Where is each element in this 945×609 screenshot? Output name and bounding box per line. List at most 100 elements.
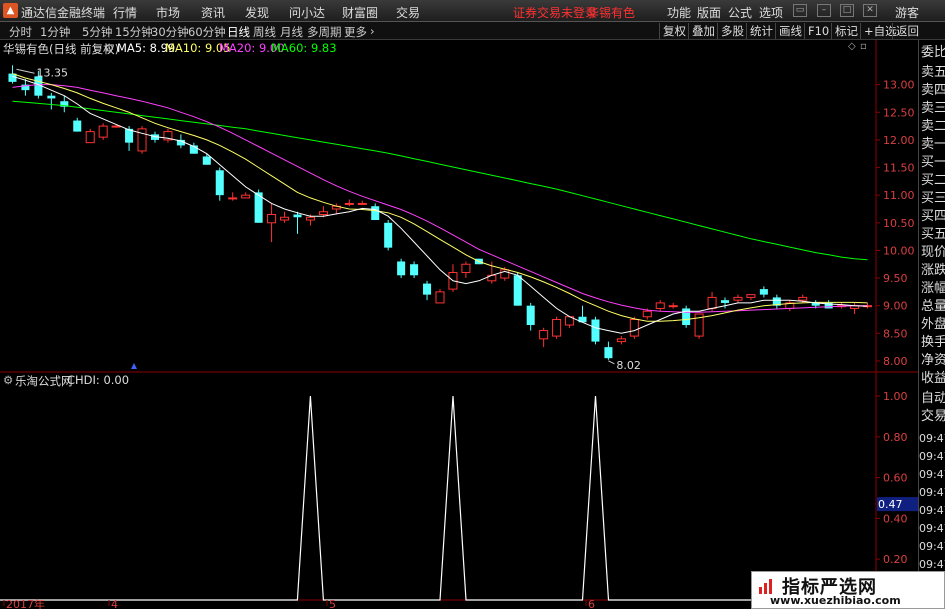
panel-time: 09:47 xyxy=(919,540,945,553)
time-tick-label: 6 xyxy=(588,598,595,609)
candle xyxy=(202,153,211,165)
menu-item-market[interactable]: 行情 xyxy=(113,4,137,21)
candle xyxy=(578,305,587,323)
candle-body xyxy=(798,296,808,301)
sub-chart-gear-icon[interactable]: ⚙ xyxy=(3,373,13,387)
toolbar-button-draw[interactable]: 画线 xyxy=(775,23,805,39)
candle xyxy=(759,286,768,298)
candle-body xyxy=(616,338,626,343)
price-tick-label: 12.00 xyxy=(883,134,915,147)
period-tab-more[interactable]: 更多 xyxy=(344,24,367,40)
candle xyxy=(591,316,600,345)
panel-label-outer: 外盘 xyxy=(921,317,945,332)
menu-item-wealth[interactable]: 财富圈 xyxy=(342,4,378,21)
candle xyxy=(293,211,302,234)
candle-body xyxy=(552,319,562,337)
candle xyxy=(461,261,471,279)
period-tab-1min[interactable]: 1分钟 xyxy=(40,24,70,40)
toolbar-button-f10[interactable]: F10 xyxy=(804,23,832,39)
candle-body xyxy=(344,202,354,205)
quote-side-panel: 委比 卖五 卖四 卖三 卖二 卖一 买一 买二 买三 买四 买五 现价 涨跌 涨… xyxy=(918,40,945,609)
candle-body xyxy=(629,319,639,337)
candle xyxy=(655,300,665,312)
menu-item-news[interactable]: 资讯 xyxy=(201,4,225,21)
candle-body xyxy=(513,275,522,306)
window-maximize-icon[interactable]: □ xyxy=(840,4,854,17)
window-pin-icon[interactable]: ▭ xyxy=(793,4,807,17)
candle-body xyxy=(202,156,211,165)
panel-label-earnings: 收益 xyxy=(921,371,945,386)
watermark-logo: 指标严选网 www.xuezhibiao.com xyxy=(751,571,945,609)
sub-chart-title: 乐淘公式网 xyxy=(15,374,73,388)
candle xyxy=(552,316,562,339)
candle-body xyxy=(720,300,730,303)
more-chevron-icon[interactable]: › xyxy=(370,24,375,38)
candle xyxy=(850,302,860,314)
menu-item-formula[interactable]: 公式 xyxy=(728,4,752,21)
period-tab-15min[interactable]: 15分钟 xyxy=(115,24,153,40)
toolbar-button-overlay[interactable]: 叠加 xyxy=(688,23,718,39)
period-tab-5min[interactable]: 5分钟 xyxy=(82,24,112,40)
candle-body xyxy=(526,305,535,326)
candle xyxy=(241,192,251,199)
period-tab-weekly[interactable]: 周线 xyxy=(253,24,276,40)
menu-item-function[interactable]: 功能 xyxy=(667,4,691,21)
candle xyxy=(435,289,445,304)
time-tick-label: 4 xyxy=(111,598,118,609)
sub-tick-label: 0.20 xyxy=(883,553,908,566)
panel-label-sell1: 卖一 xyxy=(921,137,945,152)
time-tick-label: 5 xyxy=(329,598,336,609)
sub-tick-label: 0.40 xyxy=(883,512,908,525)
menu-item-options[interactable]: 选项 xyxy=(759,4,783,21)
candle xyxy=(384,220,393,251)
panel-label-auto[interactable]: 自动 xyxy=(921,390,945,407)
menu-item-ask[interactable]: 问小达 xyxy=(289,4,325,21)
window-minimize-icon[interactable]: – xyxy=(817,4,831,17)
chart-expand-icon[interactable]: ▫ xyxy=(860,41,867,52)
price-tick-label: 11.50 xyxy=(883,162,915,175)
toolbar-button-multi-stock[interactable]: 多股 xyxy=(717,23,747,39)
login-warning[interactable]: 证券交易未登录 xyxy=(513,4,597,21)
menu-item-discover[interactable]: 发现 xyxy=(245,4,269,21)
settings-gear-icon[interactable]: ⚙ xyxy=(104,41,114,55)
toolbar-button-adjust[interactable]: 复权 xyxy=(659,23,689,39)
panel-label-trade[interactable]: 交易 xyxy=(921,408,945,425)
candle-body xyxy=(461,263,471,274)
panel-label-pct: 涨幅 xyxy=(921,281,945,296)
panel-label-buy4: 买四 xyxy=(921,209,945,224)
toolbar-button-stats[interactable]: 统计 xyxy=(746,23,776,39)
candle xyxy=(344,199,354,207)
candle-body xyxy=(241,194,251,199)
price-tick-label: 11.00 xyxy=(883,189,915,202)
sub-tick-label: 1.00 xyxy=(883,390,908,403)
panel-time: 09:47 xyxy=(919,432,945,445)
ma60-line xyxy=(12,100,868,261)
candle xyxy=(254,189,263,223)
candle-body xyxy=(707,296,717,309)
chart-settings-icon[interactable]: ◇ xyxy=(848,41,856,52)
panel-time: 09:47 xyxy=(919,522,945,535)
period-tab-60min[interactable]: 60分钟 xyxy=(188,24,226,40)
user-label[interactable]: 游客 xyxy=(895,4,919,21)
menu-item-exchange[interactable]: 市场 xyxy=(156,4,180,21)
candle-body xyxy=(435,291,445,304)
menu-item-trade[interactable]: 交易 xyxy=(396,4,420,21)
toolbar-button-back[interactable]: 返回 xyxy=(892,23,922,39)
toolbar-button-mark[interactable]: 标记 xyxy=(831,23,861,39)
candle xyxy=(526,302,535,331)
price-tick-label: 12.50 xyxy=(883,106,915,119)
kline-chart[interactable]: 13.00 12.50 12.00 11.50 11.00 10.50 10.00 9.50 9… xyxy=(0,40,918,609)
candle xyxy=(98,123,108,140)
period-tab-multi[interactable]: 多周期 xyxy=(307,24,342,40)
period-tab-30min[interactable]: 30分钟 xyxy=(151,24,189,40)
menu-item-layout[interactable]: 版面 xyxy=(697,4,721,21)
candle-body xyxy=(215,170,224,196)
candle-body xyxy=(384,222,393,248)
candle-body xyxy=(668,305,678,308)
chdi-label: CHDI: 0.00 xyxy=(67,373,130,387)
low-price-label: 8.02 xyxy=(616,359,641,372)
window-close-icon[interactable]: ✕ xyxy=(863,4,877,17)
period-tab-monthly[interactable]: 月线 xyxy=(280,24,303,40)
period-tab-daily[interactable]: 日线 xyxy=(227,24,250,40)
period-tab-tick[interactable]: 分时 xyxy=(9,24,32,40)
